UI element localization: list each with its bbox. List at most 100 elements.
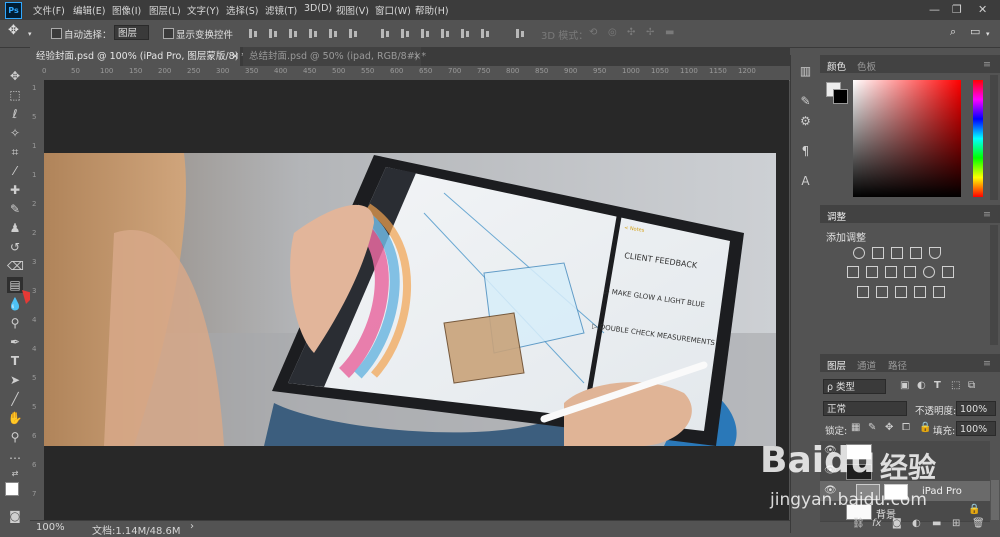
pen-tool-icon[interactable]: ✒ bbox=[7, 334, 23, 350]
orbit-3d-icon[interactable]: ⟲ bbox=[589, 27, 597, 38]
tab-layers[interactable]: 图层 bbox=[827, 358, 846, 372]
curves-icon[interactable] bbox=[891, 247, 903, 259]
marquee-tool-icon[interactable]: ⬚ bbox=[7, 87, 23, 103]
eraser-tool-icon[interactable]: ⌫ bbox=[7, 258, 24, 274]
swap-colors-icon[interactable]: ⇄ bbox=[7, 466, 23, 482]
menu-select[interactable]: 选择(S) bbox=[226, 3, 258, 17]
tab-paths[interactable]: 路径 bbox=[888, 358, 907, 372]
align-right-icon[interactable] bbox=[349, 29, 358, 38]
menu-help[interactable]: 帮助(H) bbox=[415, 3, 449, 17]
distribute-top-icon[interactable] bbox=[381, 29, 390, 38]
minimize-button[interactable]: — bbox=[929, 3, 940, 16]
canvas-image[interactable]: CLIENT FEEDBACK ▷ MAKE GLOW A LIGHT BLUE… bbox=[44, 153, 776, 446]
color-panel-scrollbar[interactable] bbox=[990, 75, 998, 200]
chevron-down-icon[interactable]: ▾ bbox=[28, 30, 32, 38]
tab-swatches[interactable]: 色板 bbox=[857, 59, 876, 73]
hand-tool-icon[interactable]: ✋ bbox=[7, 410, 23, 426]
restore-button[interactable]: ❐ bbox=[952, 3, 962, 16]
auto-select-checkbox[interactable] bbox=[51, 28, 62, 39]
vibrance-icon[interactable] bbox=[929, 247, 941, 259]
hue-saturation-icon[interactable] bbox=[847, 266, 859, 278]
menu-3d[interactable]: 3D(D) bbox=[304, 3, 332, 14]
panel-menu-icon[interactable]: ≡ bbox=[983, 209, 991, 220]
lock-all-icon[interactable]: 🔒 bbox=[919, 422, 931, 433]
paragraph-panel-icon[interactable]: ¶ bbox=[797, 143, 814, 160]
channel-mixer-icon[interactable] bbox=[923, 266, 935, 278]
slide-3d-icon[interactable]: ✢ bbox=[646, 27, 654, 38]
tab-color[interactable]: 颜色 bbox=[827, 59, 846, 73]
align-left-icon[interactable] bbox=[309, 29, 318, 38]
lock-transparent-icon[interactable]: ▦ bbox=[851, 422, 860, 433]
menu-window[interactable]: 窗口(W) bbox=[375, 3, 411, 17]
opacity-input[interactable]: 100% bbox=[956, 401, 996, 416]
brightness-icon[interactable] bbox=[853, 247, 865, 259]
auto-align-icon[interactable] bbox=[516, 29, 525, 38]
crop-tool-icon[interactable]: ⌗ bbox=[7, 144, 23, 160]
panel-menu-icon[interactable]: ≡ bbox=[983, 358, 991, 369]
align-top-icon[interactable] bbox=[249, 29, 258, 38]
levels-icon[interactable] bbox=[872, 247, 884, 259]
stamp-tool-icon[interactable]: ♟ bbox=[7, 220, 23, 236]
blend-mode-dropdown[interactable]: 正常 bbox=[823, 401, 907, 416]
brush-tool-icon[interactable]: ✎ bbox=[7, 201, 23, 217]
zoom-tool-icon[interactable]: ⚲ bbox=[7, 429, 23, 445]
tab-close-icon[interactable]: × bbox=[413, 47, 421, 66]
menu-image[interactable]: 图像(I) bbox=[112, 3, 141, 17]
selective-color-icon[interactable] bbox=[914, 286, 926, 298]
menu-file[interactable]: 文件(F) bbox=[33, 3, 65, 17]
lock-position-icon[interactable]: ✥ bbox=[885, 422, 893, 433]
distribute-hcenter-icon[interactable] bbox=[461, 29, 470, 38]
properties-panel-icon[interactable]: ⚙ bbox=[797, 113, 814, 130]
filter-adjustment-icon[interactable]: ◐ bbox=[917, 380, 926, 391]
path-selection-icon[interactable]: ➤ bbox=[7, 372, 23, 388]
threshold-icon[interactable] bbox=[895, 286, 907, 298]
close-window-button[interactable]: ✕ bbox=[978, 3, 987, 16]
gradient-map-icon[interactable] bbox=[933, 286, 945, 298]
scale-3d-icon[interactable]: ▬ bbox=[665, 27, 674, 38]
invert-icon[interactable] bbox=[857, 286, 869, 298]
magic-wand-icon[interactable]: ✧ bbox=[7, 125, 23, 141]
trash-icon[interactable]: 🗑 bbox=[972, 518, 985, 529]
tab-document-2[interactable]: 总结封面.psd @ 50% (ipad, RGB/8#) * × bbox=[243, 47, 426, 66]
line-tool-icon[interactable]: ╱ bbox=[7, 391, 23, 407]
align-bottom-icon[interactable] bbox=[289, 29, 298, 38]
zoom-level[interactable]: 100% bbox=[36, 522, 65, 533]
history-brush-icon[interactable]: ↺ bbox=[7, 239, 23, 255]
color-balance-icon[interactable] bbox=[866, 266, 878, 278]
character-panel-icon[interactable]: A bbox=[797, 173, 814, 190]
show-transform-checkbox[interactable] bbox=[163, 28, 174, 39]
tab-adjustments[interactable]: 调整 bbox=[827, 209, 846, 223]
tab-close-icon[interactable]: × bbox=[231, 47, 239, 66]
quick-mask-icon[interactable]: ◙ bbox=[7, 508, 23, 524]
align-hcenter-icon[interactable] bbox=[329, 29, 338, 38]
healing-brush-icon[interactable]: ✚ bbox=[7, 182, 23, 198]
posterize-icon[interactable] bbox=[876, 286, 888, 298]
exposure-icon[interactable] bbox=[910, 247, 922, 259]
layers-scrollbar[interactable] bbox=[991, 480, 999, 520]
layer-filter-dropdown[interactable]: ρ 类型 bbox=[823, 379, 886, 394]
background-color-swatch[interactable] bbox=[833, 89, 848, 104]
adjustments-panel-scrollbar[interactable] bbox=[990, 225, 998, 345]
status-menu-arrow[interactable]: › bbox=[190, 521, 194, 532]
foreground-color-swatch[interactable] bbox=[5, 482, 19, 496]
filter-type-icon[interactable]: T bbox=[934, 380, 941, 391]
lock-pixels-icon[interactable]: ✎ bbox=[868, 422, 876, 433]
distribute-left-icon[interactable] bbox=[441, 29, 450, 38]
photo-filter-icon[interactable] bbox=[904, 266, 916, 278]
filter-smart-object-icon[interactable]: ⧉ bbox=[968, 380, 975, 391]
color-picker-field[interactable] bbox=[853, 80, 961, 197]
filter-pixel-icon[interactable]: ▣ bbox=[900, 380, 909, 391]
align-vcenter-icon[interactable] bbox=[269, 29, 278, 38]
more-tools-icon[interactable]: ⋯ bbox=[7, 450, 23, 466]
roll-3d-icon[interactable]: ◎ bbox=[608, 27, 617, 38]
brush-settings-icon[interactable]: ✎ bbox=[797, 93, 814, 110]
color-lookup-icon[interactable] bbox=[942, 266, 954, 278]
type-tool-icon[interactable]: T bbox=[7, 353, 23, 369]
tab-document-1[interactable]: 经验封面.psd @ 100% (iPad Pro, 图层蒙版/8) * × bbox=[30, 47, 246, 66]
menu-view[interactable]: 视图(V) bbox=[336, 3, 369, 17]
distribute-vcenter-icon[interactable] bbox=[401, 29, 410, 38]
move-tool-icon[interactable]: ✥ bbox=[7, 68, 23, 84]
panel-menu-icon[interactable]: ≡ bbox=[983, 59, 991, 70]
filter-shape-icon[interactable]: ⬚ bbox=[951, 380, 960, 391]
lock-artboard-icon[interactable]: ⧠ bbox=[902, 422, 910, 433]
